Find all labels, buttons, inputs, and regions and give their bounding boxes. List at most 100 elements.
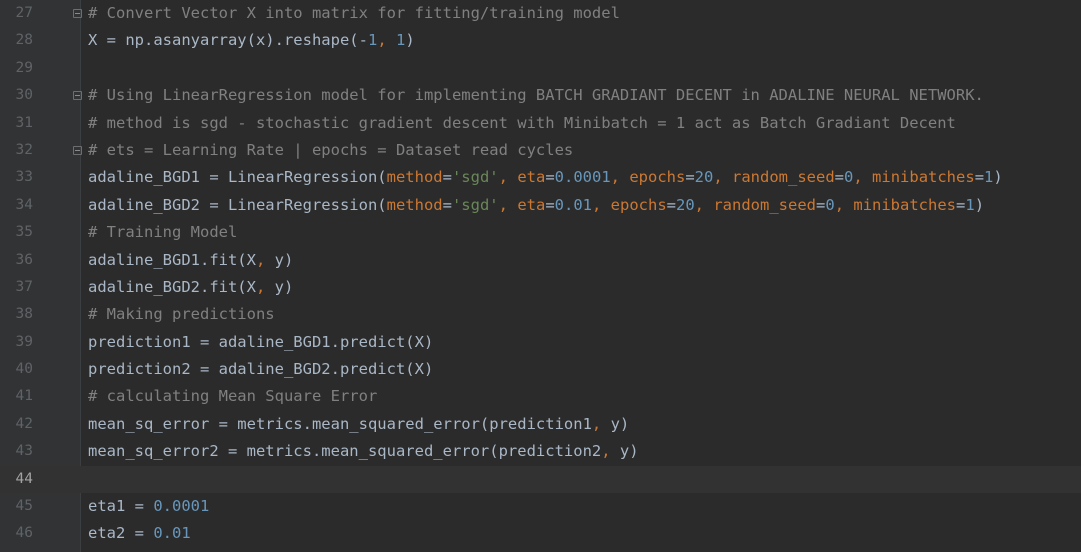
code-token: method: [386, 168, 443, 187]
code-token: adaline_BGD2 = LinearRegression(: [88, 195, 387, 214]
code-token: 20: [676, 195, 695, 214]
code-line[interactable]: 27 # Convert Vector X into matrix for fit…: [0, 0, 1081, 27]
code-token: adaline_BGD1.fit(X: [88, 250, 256, 269]
code-token: =: [442, 168, 452, 187]
code-token: ,: [694, 195, 714, 214]
line-number: 40: [15, 361, 33, 378]
code-token: eta: [517, 168, 546, 187]
code-token: random_seed: [732, 168, 835, 187]
code-line[interactable]: 39 prediction1 = adaline_BGD1.predict(X): [0, 329, 1081, 356]
code-token: ,: [498, 168, 518, 187]
code-token: y): [610, 414, 630, 433]
code-token: ,: [834, 195, 854, 214]
code-text[interactable]: # Using LinearRegression model for imple…: [88, 82, 984, 109]
code-text[interactable]: adaline_BGD1 = LinearRegression(method='…: [88, 164, 1003, 191]
code-line[interactable]: 34 adaline_BGD2 = LinearRegression(method…: [0, 192, 1081, 219]
code-token: method: [386, 195, 443, 214]
code-text[interactable]: mean_sq_error = metrics.mean_squared_err…: [88, 411, 629, 438]
code-text[interactable]: # Convert Vector X into matrix for fitti…: [88, 0, 620, 27]
fold-toggle-icon[interactable]: [73, 91, 82, 101]
code-token: ,: [255, 277, 275, 296]
line-number: 45: [15, 498, 33, 515]
code-text[interactable]: # calculating Mean Square Error: [88, 383, 377, 410]
line-number: 30: [15, 87, 33, 104]
code-editor[interactable]: 27 # Convert Vector X into matrix for fit…: [0, 0, 1081, 552]
code-line[interactable]: 42 mean_sq_error = metrics.mean_squared_e…: [0, 411, 1081, 438]
code-token: 'sgd': [451, 168, 499, 187]
code-token: y): [619, 442, 639, 461]
code-token: ,: [591, 414, 611, 433]
code-token: mean_sq_error = metrics.mean_squared_err…: [88, 414, 592, 433]
code-token: eta1 =: [88, 497, 154, 516]
code-token: minibatches: [853, 195, 957, 214]
code-token: =: [816, 195, 826, 214]
code-token: # Convert Vector X into matrix for fitti…: [88, 4, 620, 22]
code-token: =: [685, 168, 695, 187]
code-token: adaline_BGD2.fit(X: [88, 277, 256, 296]
code-token: epochs: [629, 168, 686, 187]
code-token: ,: [610, 168, 630, 187]
code-line[interactable]: 43 mean_sq_error2 = metrics.mean_squared_…: [0, 438, 1081, 465]
code-text[interactable]: adaline_BGD2.fit(X, y): [88, 274, 293, 301]
code-line[interactable]: 31 # method is sgd - stochastic gradient …: [0, 110, 1081, 137]
code-token: 'sgd': [451, 195, 499, 214]
fold-toggle-icon[interactable]: [73, 146, 82, 156]
code-line[interactable]: 29: [0, 55, 1081, 82]
line-number: 34: [15, 196, 33, 213]
code-line[interactable]: 37 adaline_BGD2.fit(X, y): [0, 274, 1081, 301]
code-line[interactable]: 36 adaline_BGD1.fit(X, y): [0, 247, 1081, 274]
code-text[interactable]: eta1 = 0.0001: [88, 493, 209, 520]
code-text[interactable]: adaline_BGD1.fit(X, y): [88, 247, 293, 274]
code-text[interactable]: # ets = Learning Rate | epochs = Dataset…: [88, 137, 573, 164]
code-text[interactable]: eta2 = 0.01: [88, 520, 191, 547]
code-text[interactable]: # Making predictions: [88, 301, 275, 328]
code-token: prediction2 = adaline_BGD2.predict(X): [88, 360, 434, 379]
code-token: ): [405, 31, 415, 50]
line-number: 42: [15, 415, 33, 432]
line-number: 35: [15, 224, 33, 241]
line-number: 28: [15, 32, 33, 49]
code-line[interactable]: 33 adaline_BGD1 = LinearRegression(method…: [0, 164, 1081, 191]
code-text[interactable]: mean_sq_error2 = metrics.mean_squared_er…: [88, 438, 639, 465]
line-number: 41: [15, 388, 33, 405]
line-number: 43: [15, 443, 33, 460]
fold-toggle-icon[interactable]: [73, 9, 82, 19]
code-token: =: [956, 195, 966, 214]
code-token: ,: [713, 168, 733, 187]
code-token: ,: [601, 442, 620, 461]
code-lines[interactable]: 27 # Convert Vector X into matrix for fit…: [0, 0, 1081, 548]
line-number: 44: [15, 470, 33, 487]
code-token: 1: [367, 31, 378, 50]
code-line[interactable]: 40 prediction2 = adaline_BGD2.predict(X): [0, 356, 1081, 383]
code-token: ,: [853, 168, 873, 187]
code-token: =: [974, 168, 985, 187]
code-token: =: [545, 168, 555, 187]
code-token: 1: [395, 31, 406, 50]
line-number: 32: [15, 141, 33, 158]
code-token: ,: [255, 250, 275, 269]
line-number: 39: [15, 333, 33, 350]
code-line[interactable]: 41 # calculating Mean Square Error: [0, 383, 1081, 410]
code-line[interactable]: 28 X = np.asanyarray(x).reshape(-1, 1): [0, 27, 1081, 54]
line-number: 36: [15, 251, 33, 268]
code-text[interactable]: prediction2 = adaline_BGD2.predict(X): [88, 356, 433, 383]
code-token: prediction1 = adaline_BGD1.predict(X): [88, 332, 434, 351]
code-line[interactable]: 32 # ets = Learning Rate | epochs = Datas…: [0, 137, 1081, 164]
code-text[interactable]: X = np.asanyarray(x).reshape(-1, 1): [88, 27, 415, 54]
code-line[interactable]: 30 # Using LinearRegression model for imp…: [0, 82, 1081, 109]
code-token: =: [666, 195, 676, 214]
code-line[interactable]: 45 eta1 = 0.0001: [0, 493, 1081, 520]
code-line[interactable]: 44: [0, 465, 1081, 494]
code-line[interactable]: 35 # Training Model: [0, 219, 1081, 246]
code-token: ,: [377, 31, 396, 50]
code-token: # calculating Mean Square Error: [88, 387, 378, 406]
code-text[interactable]: # method is sgd - stochastic gradient de…: [88, 110, 956, 137]
code-token: ,: [591, 195, 611, 214]
code-line[interactable]: 46 eta2 = 0.01: [0, 520, 1081, 547]
code-token: # method is sgd - stochastic gradient de…: [88, 113, 956, 132]
code-line[interactable]: 38 # Making predictions: [0, 301, 1081, 328]
code-text[interactable]: # Training Model: [88, 219, 237, 246]
code-text[interactable]: prediction1 = adaline_BGD1.predict(X): [88, 329, 433, 356]
code-text[interactable]: adaline_BGD2 = LinearRegression(method = '…: [88, 192, 984, 219]
code-token: ): [974, 195, 985, 214]
